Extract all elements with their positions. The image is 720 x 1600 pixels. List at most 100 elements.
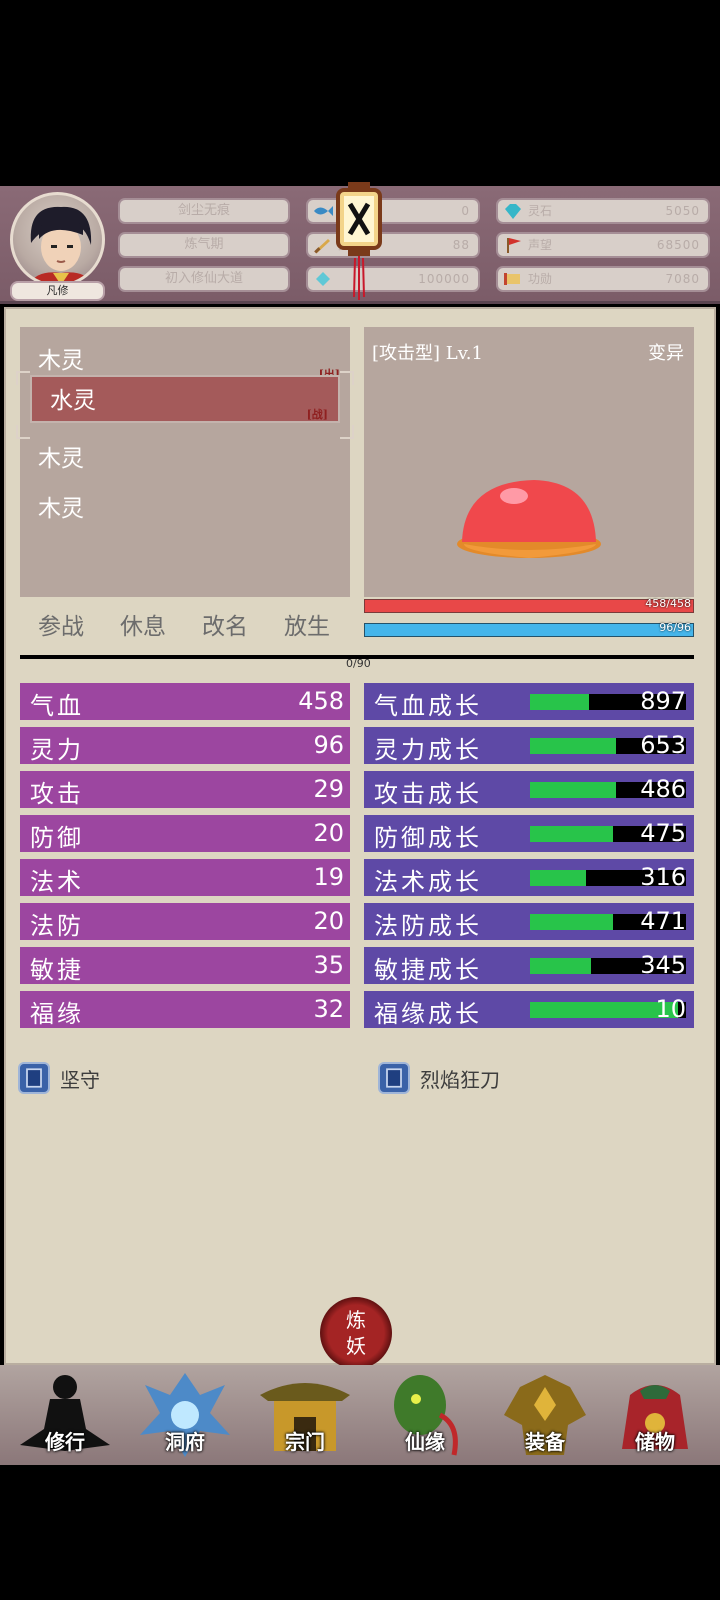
stat-value: 29: [313, 775, 344, 803]
skill-name: 烈焰狂刀: [420, 1068, 500, 1092]
stat-value: 20: [313, 907, 344, 935]
realm-level-field: 炼气期: [118, 232, 290, 258]
stat-row-attack: 攻击 29: [20, 771, 350, 808]
growth-bar-fill: [530, 738, 616, 754]
skill-book-icon: [378, 1062, 410, 1094]
gem-icon: [505, 204, 521, 219]
nav-label: 仙缘: [405, 1430, 445, 1454]
player-name-field: 剑尘无痕: [118, 198, 290, 224]
growth-value: 486: [640, 775, 686, 803]
resource-value: 68500: [656, 238, 700, 252]
growth-row-defense: 防御成长 475: [364, 815, 694, 852]
pet-list-item-selected[interactable]: 水灵 [战]: [30, 375, 340, 423]
nav-item-equipment[interactable]: 装备: [490, 1365, 600, 1465]
resource-label: 声望: [528, 238, 553, 252]
avatar[interactable]: [10, 192, 105, 287]
stat-value: 96: [313, 731, 344, 759]
resource-label: 功勋: [528, 272, 553, 286]
sword-icon: [314, 239, 330, 254]
stat-name: 福缘: [30, 1000, 84, 1028]
stat-name: 灵力: [30, 736, 84, 764]
growth-name: 防御成长: [374, 824, 482, 852]
stat-name: 防御: [30, 824, 84, 852]
pet-name: 木灵: [38, 446, 84, 472]
nav-label: 宗门: [285, 1430, 325, 1454]
join-battle-button[interactable]: 参战: [26, 609, 96, 645]
pet-list: 木灵 [出] 水灵 [战] 木灵 木灵: [16, 327, 354, 597]
growth-bar-fill: [530, 914, 613, 930]
hp-bar: 458/458: [364, 597, 694, 613]
selection-corner: [16, 371, 30, 385]
stat-row-mp: 灵力 96: [20, 727, 350, 764]
slime-pet-sprite-icon: [457, 480, 601, 558]
refine-pet-button[interactable]: 炼妖: [320, 1297, 392, 1369]
growth-bar-fill: [530, 782, 616, 798]
growth-name: 攻击成长: [374, 780, 482, 808]
growth-name: 灵力成长: [374, 736, 482, 764]
nav-label: 装备: [525, 1430, 565, 1454]
growth-value: 653: [640, 731, 686, 759]
resource-value: 88: [452, 238, 470, 252]
growth-bar-fill: [530, 826, 613, 842]
growth-row-agility: 敏捷成长 345: [364, 947, 694, 984]
resource-field-crystal: 100000: [306, 266, 480, 292]
growth-name: 法术成长: [374, 868, 482, 896]
bottom-nav: 修行 洞府 宗门 仙缘 装备 储物: [0, 1365, 720, 1465]
nav-item-sect[interactable]: 宗门: [250, 1365, 360, 1465]
growth-row-hp: 气血成长 897: [364, 683, 694, 720]
rank-badge: 凡修: [10, 281, 105, 301]
growth-value: 316: [640, 863, 686, 891]
nav-item-cultivate[interactable]: 修行: [10, 1365, 120, 1465]
pet-list-item[interactable]: 木灵: [20, 485, 350, 533]
stat-name: 攻击: [30, 780, 84, 808]
resource-value: 100000: [418, 272, 470, 286]
resource-field-flag: 声望 68500: [496, 232, 710, 258]
pet-preview: [攻击型] Lv.1 变异: [364, 327, 694, 597]
stat-name: 法防: [30, 912, 84, 940]
nav-item-storage[interactable]: 储物: [600, 1365, 710, 1465]
mp-bar-fill: [365, 624, 693, 636]
growth-bar-fill: [530, 870, 587, 886]
growth-value: 471: [640, 907, 686, 935]
nav-label: 储物: [635, 1430, 675, 1454]
hp-bar-fill: [365, 600, 693, 612]
avatar-portrait-icon: [29, 206, 93, 284]
nav-item-cave[interactable]: 洞府: [130, 1365, 240, 1465]
stat-value: 32: [313, 995, 344, 1023]
growth-bar-fill: [530, 958, 591, 974]
pet-panel: 木灵 [出] 水灵 [战] 木灵 木灵 [攻击型] Lv.1 变异 参战: [4, 307, 716, 1365]
skill-book-icon: [18, 1062, 50, 1094]
nav-item-fate[interactable]: 仙缘: [370, 1365, 480, 1465]
growth-name: 敏捷成长: [374, 956, 482, 984]
release-button[interactable]: 放生: [272, 609, 342, 645]
resource-value: 5050: [665, 204, 700, 218]
selection-corner: [340, 371, 354, 385]
growth-name: 福缘成长: [374, 1000, 482, 1028]
scroll-icon: [504, 273, 520, 285]
flag-icon: [507, 238, 521, 253]
resource-field-sword: 灵 88: [306, 232, 480, 258]
growth-name: 法防成长: [374, 912, 482, 940]
stat-row-hp: 气血 458: [20, 683, 350, 720]
stat-row-defense: 防御 20: [20, 815, 350, 852]
player-title-field: 初入修仙大道: [118, 266, 290, 292]
stat-name: 气血: [30, 692, 84, 720]
mp-bar: 96/96: [364, 621, 694, 637]
stat-value: 19: [313, 863, 344, 891]
stat-row-luck: 福缘 32: [20, 991, 350, 1028]
growth-value: 345: [640, 951, 686, 979]
resource-field-scroll: 功勋 7080: [496, 266, 710, 292]
growth-row-magic-defense: 法防成长 471: [364, 903, 694, 940]
pet-name: 木灵: [38, 496, 84, 522]
rename-button[interactable]: 改名: [190, 609, 260, 645]
rest-button[interactable]: 休息: [108, 609, 178, 645]
nav-label: 洞府: [165, 1430, 205, 1454]
stat-value: 458: [298, 687, 344, 715]
pet-name: 水灵: [50, 388, 96, 414]
pet-status-tag: [战]: [306, 408, 328, 421]
close-lantern-button[interactable]: [334, 182, 384, 307]
pet-list-item[interactable]: 木灵: [20, 435, 350, 483]
pet-type-level: [攻击型] Lv.1: [372, 343, 483, 364]
stat-name: 敏捷: [30, 956, 84, 984]
stat-row-magic-defense: 法防 20: [20, 903, 350, 940]
